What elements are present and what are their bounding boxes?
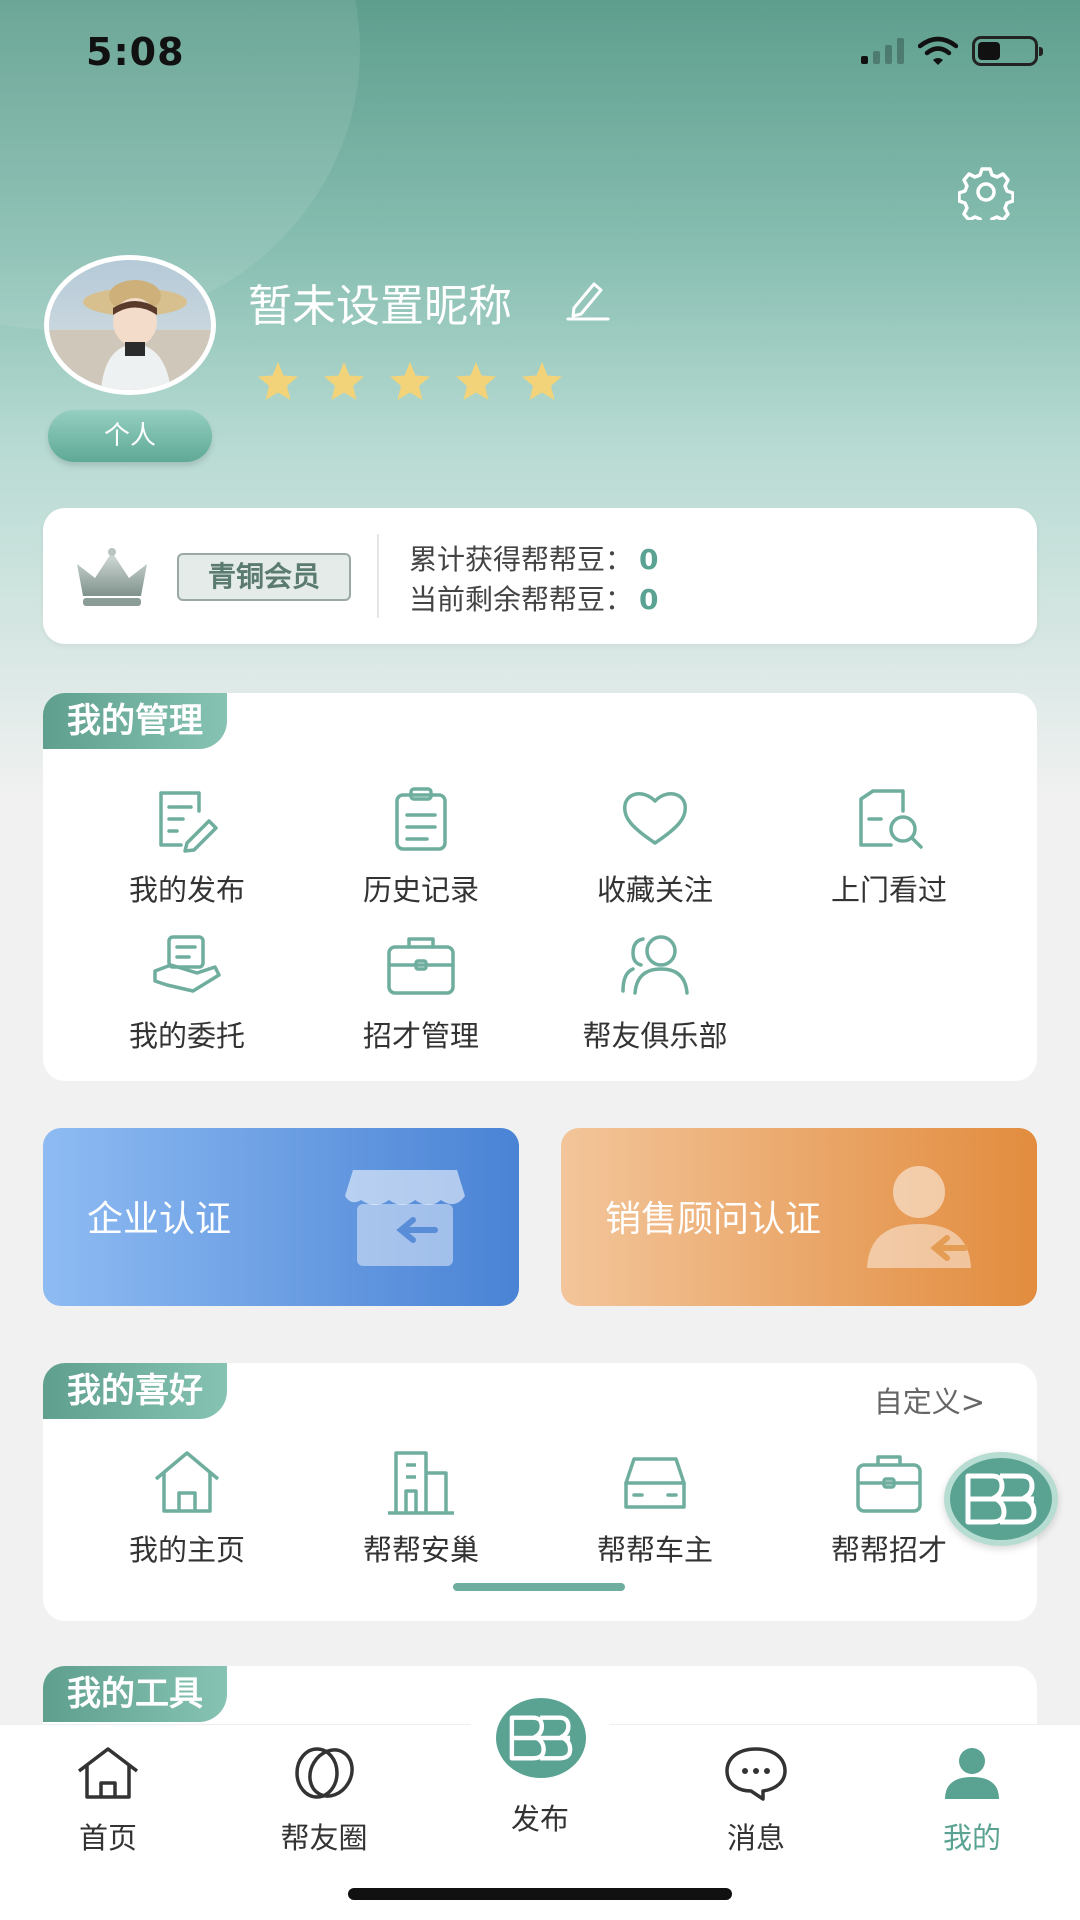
remaining-points-label: 当前剩余帮帮豆：: [409, 583, 634, 616]
membership-card[interactable]: 青铜会员 累计获得帮帮豆： 0 当前剩余帮帮豆： 0: [43, 508, 1037, 644]
remaining-points: 当前剩余帮帮豆： 0: [409, 578, 659, 618]
divider: [377, 534, 379, 618]
car-icon: [624, 1457, 686, 1509]
home-icon: [154, 1451, 220, 1513]
total-points: 累计获得帮帮豆： 0: [409, 538, 659, 578]
rating-stars: [256, 360, 564, 402]
crown-icon: [77, 548, 147, 606]
pref-car-owner[interactable]: 帮帮车主: [555, 1449, 755, 1569]
menu-label: 我的委托: [128, 1019, 245, 1053]
tab-home[interactable]: 首页: [28, 1745, 188, 1857]
edit-document-icon: [159, 791, 218, 853]
menu-label: 我的发布: [128, 873, 245, 907]
section-title: 我的管理: [43, 693, 227, 749]
menu-label: 历史记录: [362, 873, 479, 907]
menu-recruitment[interactable]: 招才管理: [321, 927, 521, 1055]
sales-certification-button[interactable]: 销售顾问认证: [561, 1128, 1037, 1306]
tab-messages[interactable]: 消息: [676, 1745, 836, 1857]
briefcase-icon: [387, 937, 455, 995]
star-icon: [456, 362, 496, 400]
total-points-value: 0: [639, 543, 659, 576]
floating-logo-button[interactable]: [944, 1452, 1058, 1546]
avatar-photo: [49, 280, 211, 390]
signal-icon: [861, 38, 904, 64]
remaining-points-value: 0: [639, 583, 659, 616]
pref-label: 帮帮车主: [596, 1533, 713, 1567]
person-certify-icon: [867, 1166, 971, 1268]
enterprise-certification-button[interactable]: 企业认证: [43, 1128, 519, 1306]
tab-mine[interactable]: 我的: [892, 1745, 1052, 1857]
menu-visited[interactable]: 上门看过: [789, 781, 989, 909]
building-icon: [388, 1451, 454, 1515]
users-icon: [621, 935, 689, 995]
menu-label: 上门看过: [830, 873, 947, 907]
home-icon: [77, 1747, 139, 1799]
tab-label: 我的: [942, 1821, 1001, 1855]
avatar[interactable]: [44, 255, 216, 395]
status-time: 5:08: [86, 30, 185, 74]
pref-label: 帮帮安巢: [362, 1533, 479, 1567]
scroll-indicator: [453, 1583, 625, 1591]
circles-icon: [295, 1747, 354, 1799]
section-title: 我的喜好: [43, 1363, 227, 1419]
menu-label: 帮友俱乐部: [582, 1019, 728, 1053]
menu-history[interactable]: 历史记录: [321, 781, 521, 909]
total-points-label: 累计获得帮帮豆：: [409, 543, 634, 576]
member-level-badge: 青铜会员: [177, 553, 351, 601]
preferences-section: 我的喜好 自定义> 我的主页 帮帮安巢 帮帮车主 帮帮招才: [43, 1363, 1037, 1621]
tab-label: 消息: [726, 1821, 785, 1855]
menu-label: 招才管理: [362, 1019, 479, 1053]
logo-icon: [965, 1473, 1037, 1525]
gear-icon[interactable]: [958, 164, 1014, 220]
status-icons: [861, 36, 1043, 66]
store-certify-icon: [345, 1170, 465, 1266]
publish-button[interactable]: [496, 1698, 586, 1778]
enterprise-certification-label: 企业认证: [87, 1199, 232, 1240]
search-document-icon: [859, 789, 923, 849]
star-icon: [522, 362, 562, 400]
role-badge[interactable]: 个人: [48, 410, 212, 462]
pref-label: 我的主页: [128, 1533, 245, 1567]
menu-club[interactable]: 帮友俱乐部: [555, 927, 755, 1055]
battery-icon: [972, 36, 1043, 66]
pencil-icon[interactable]: [564, 274, 612, 322]
pref-housing[interactable]: 帮帮安巢: [321, 1449, 521, 1569]
star-icon: [324, 362, 364, 400]
menu-label: 收藏关注: [596, 873, 713, 907]
nickname: 暂未设置昵称: [248, 281, 512, 332]
customize-link[interactable]: 自定义>: [874, 1379, 985, 1421]
home-indicator: [348, 1888, 732, 1900]
heart-icon: [622, 792, 688, 845]
menu-favorites[interactable]: 收藏关注: [555, 781, 755, 909]
clipboard-icon: [395, 787, 447, 851]
hand-document-icon: [153, 935, 221, 993]
tab-circle[interactable]: 帮友圈: [244, 1745, 404, 1857]
sales-certification-label: 销售顾问认证: [605, 1199, 822, 1240]
star-icon: [258, 362, 298, 400]
menu-my-commissions[interactable]: 我的委托: [87, 927, 287, 1055]
tab-label: 首页: [78, 1821, 137, 1855]
person-icon: [945, 1748, 999, 1799]
menu-my-posts[interactable]: 我的发布: [87, 781, 287, 909]
pref-my-homepage[interactable]: 我的主页: [87, 1449, 287, 1569]
section-title: 我的工具: [43, 1666, 227, 1722]
tab-label: 帮友圈: [280, 1821, 368, 1855]
star-icon: [390, 362, 430, 400]
management-section: 我的管理 我的发布 历史记录 收藏关注 上门看过 我的委托 招才管理 帮友俱乐部: [43, 693, 1037, 1081]
briefcase-icon: [856, 1455, 922, 1513]
chat-bubble-icon: [725, 1747, 787, 1801]
publish-logo-icon: [509, 1715, 573, 1761]
wifi-icon: [918, 36, 958, 65]
tab-label-publish[interactable]: 发布: [480, 1796, 600, 1838]
